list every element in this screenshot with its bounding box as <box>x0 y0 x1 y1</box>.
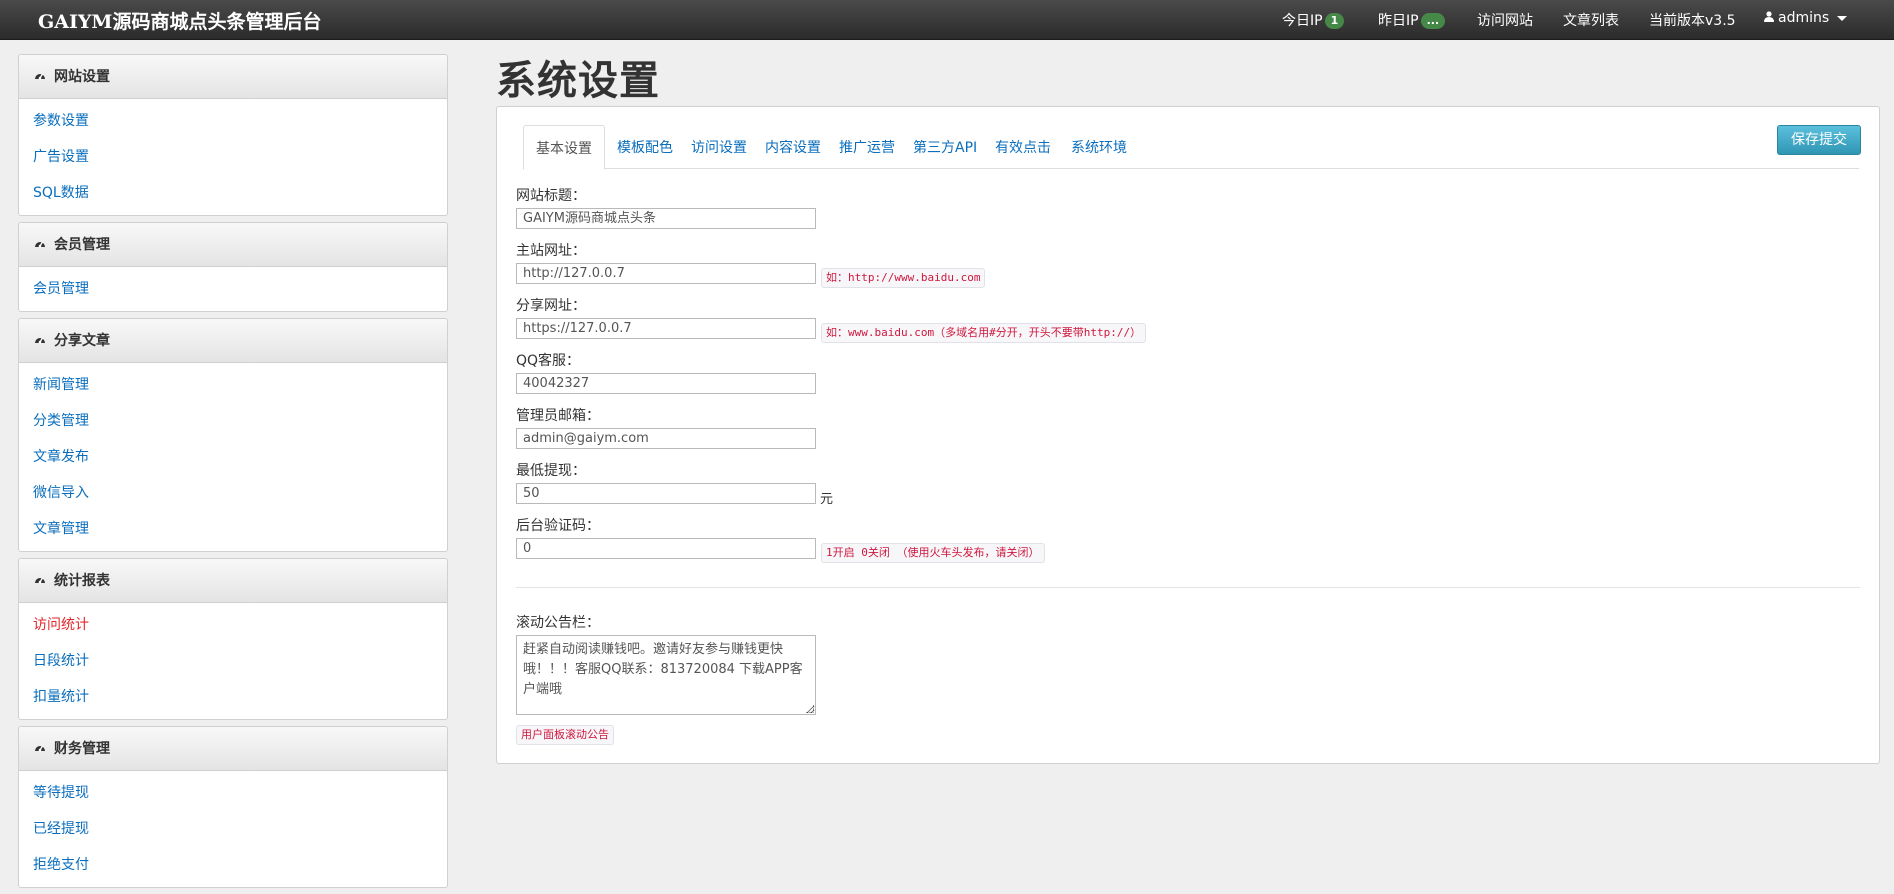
share-url-hint: 如：www.baidu.com（多域名用#分开，开头不要带http://） <box>821 323 1147 343</box>
dashboard-icon <box>35 337 45 344</box>
notice-textarea[interactable]: 赶紧自动阅读赚钱吧。邀请好友参与赚钱更快哦！！！客服QQ联系：813720084… <box>516 635 816 715</box>
share-url-input[interactable]: https://127.0.0.7 <box>516 318 816 339</box>
sidebar-item[interactable]: 文章发布 <box>19 439 447 475</box>
sidebar-list: 访问统计 日段统计 扣量统计 <box>19 603 447 719</box>
user-icon <box>1764 11 1774 25</box>
resize-handle-icon[interactable] <box>806 705 814 713</box>
page-title: 系统设置 <box>496 58 660 104</box>
min-withdraw-label: 最低提现： <box>516 463 586 479</box>
chevron-down-icon <box>1837 15 1848 21</box>
section-divider <box>516 587 1860 588</box>
sidebar-item[interactable]: 微信导入 <box>19 475 447 511</box>
settings-panel: 基本设置 模板配色 访问设置 内容设置 推广运营 第三方API 有效点击 系统环境 保存提交 … <box>496 106 1880 764</box>
dashboard-icon <box>35 745 45 752</box>
qq-service-input[interactable]: 40042327 <box>516 373 816 394</box>
sidebar-list: 新闻管理 分类管理 文章发布 微信导入 文章管理 <box>19 363 447 551</box>
dashboard-icon <box>35 73 45 80</box>
today-ip-badge: 1 <box>1324 13 1345 29</box>
captcha-label: 后台验证码： <box>516 518 600 534</box>
main-url-label: 主站网址： <box>516 243 586 259</box>
sidebar-item[interactable]: 扣量统计 <box>19 679 447 715</box>
sidebar-panel-title: 网站设置 <box>54 69 110 85</box>
sidebar-panel: 财务管理等待提现 已经提现 拒绝支付 <box>18 726 448 888</box>
sidebar-panel-header[interactable]: 会员管理 <box>19 223 447 267</box>
settings-tabs: 基本设置 模板配色 访问设置 内容设置 推广运营 第三方API 有效点击 系统环境 <box>523 125 1859 170</box>
version-link[interactable]: 当前版本v3.5 <box>1649 10 1736 30</box>
share-url-label: 分享网址： <box>516 298 586 314</box>
sidebar-panel-title: 统计报表 <box>54 573 110 589</box>
sidebar-panel-header[interactable]: 财务管理 <box>19 727 447 771</box>
sidebar-item[interactable]: 分类管理 <box>19 403 447 439</box>
site-title-label: 网站标题： <box>516 188 586 204</box>
settings-tab[interactable]: 推广运营 <box>827 125 907 169</box>
app-brand[interactable]: GAIYM源码商城点头条管理后台 <box>38 7 321 34</box>
captcha-hint: 1开启 0关闭 （使用火车头发布，请关闭） <box>821 543 1045 563</box>
sidebar-item[interactable]: 已经提现 <box>19 811 447 847</box>
settings-tab[interactable]: 访问设置 <box>679 125 759 169</box>
sidebar-list: 等待提现 已经提现 拒绝支付 <box>19 771 447 887</box>
sidebar-panel: 网站设置参数设置 广告设置 SQL数据 <box>18 54 448 216</box>
sidebar-item[interactable]: 会员管理 <box>19 271 447 307</box>
settings-tab[interactable]: 模板配色 <box>605 125 685 169</box>
sidebar-panel-title: 财务管理 <box>54 741 110 757</box>
article-list-link[interactable]: 文章列表 <box>1563 10 1619 30</box>
settings-tab[interactable]: 第三方API <box>901 125 989 169</box>
sidebar-panel-title: 会员管理 <box>54 237 110 253</box>
sidebar-panel-title: 分享文章 <box>54 333 110 349</box>
yesterday-ip-label: 昨日IP <box>1378 13 1419 29</box>
yesterday-ip-badge: ... <box>1420 13 1446 29</box>
sidebar-item[interactable]: 新闻管理 <box>19 367 447 403</box>
settings-tab[interactable]: 基本设置 <box>523 125 605 170</box>
sidebar-item[interactable]: 参数设置 <box>19 103 447 139</box>
main-url-hint: 如：http://www.baidu.com <box>821 268 986 288</box>
sidebar-item[interactable]: 广告设置 <box>19 139 447 175</box>
min-withdraw-input[interactable]: 50 <box>516 483 816 504</box>
save-button[interactable]: 保存提交 <box>1777 125 1861 155</box>
sidebar-item[interactable]: 拒绝支付 <box>19 847 447 883</box>
captcha-input[interactable]: 0 <box>516 538 816 559</box>
sidebar-panel-header[interactable]: 分享文章 <box>19 319 447 363</box>
settings-tab[interactable]: 系统环境 <box>1059 125 1139 169</box>
settings-tab[interactable]: 内容设置 <box>753 125 833 169</box>
dashboard-icon <box>35 577 45 584</box>
min-withdraw-unit: 元 <box>820 492 834 507</box>
settings-tab[interactable]: 有效点击 <box>983 125 1063 169</box>
sidebar-list: 会员管理 <box>19 267 447 311</box>
admin-email-input[interactable]: admin@gaiym.com <box>516 428 816 449</box>
notice-hint: 用户面板滚动公告 <box>516 725 614 745</box>
main-url-input[interactable]: http://127.0.0.7 <box>516 263 816 284</box>
sidebar-item[interactable]: 访问统计 <box>19 607 447 643</box>
visit-site-link[interactable]: 访问网站 <box>1477 10 1533 30</box>
admin-email-label: 管理员邮箱： <box>516 408 600 424</box>
sidebar-item[interactable]: SQL数据 <box>19 175 447 211</box>
today-ip-label: 今日IP <box>1282 13 1323 29</box>
dashboard-icon <box>35 241 45 248</box>
top-navbar: GAIYM源码商城点头条管理后台 今日IP 1 昨日IP... 访问网站 文章列表… <box>0 0 1894 40</box>
sidebar-panel: 会员管理 会员管理 <box>18 222 448 312</box>
notice-text: 赶紧自动阅读赚钱吧。邀请好友参与赚钱更快哦！！！客服QQ联系：813720084… <box>523 642 803 697</box>
sidebar-list: 参数设置 广告设置 SQL数据 <box>19 99 447 215</box>
sidebar-panel: 分享文章新闻管理 分类管理 文章发布 微信导入 文章管理 <box>18 318 448 552</box>
site-title-input[interactable]: GAIYM源码商城点头条 <box>516 208 816 229</box>
sidebar-item[interactable]: 等待提现 <box>19 775 447 811</box>
sidebar-panel: 统计报表访问统计 日段统计 扣量统计 <box>18 558 448 720</box>
user-name: admins <box>1778 10 1830 26</box>
notice-label: 滚动公告栏： <box>516 615 600 631</box>
sidebar-item[interactable]: 日段统计 <box>19 643 447 679</box>
sidebar-item[interactable]: 文章管理 <box>19 511 447 547</box>
sidebar-panel-header[interactable]: 统计报表 <box>19 559 447 603</box>
today-ip-link[interactable]: 今日IP 1 <box>1282 10 1345 30</box>
sidebar-panel-header[interactable]: 网站设置 <box>19 55 447 99</box>
qq-service-label: QQ客服： <box>516 353 581 369</box>
user-menu[interactable]: admins <box>1764 10 1848 26</box>
yesterday-ip-link[interactable]: 昨日IP... <box>1378 10 1446 30</box>
